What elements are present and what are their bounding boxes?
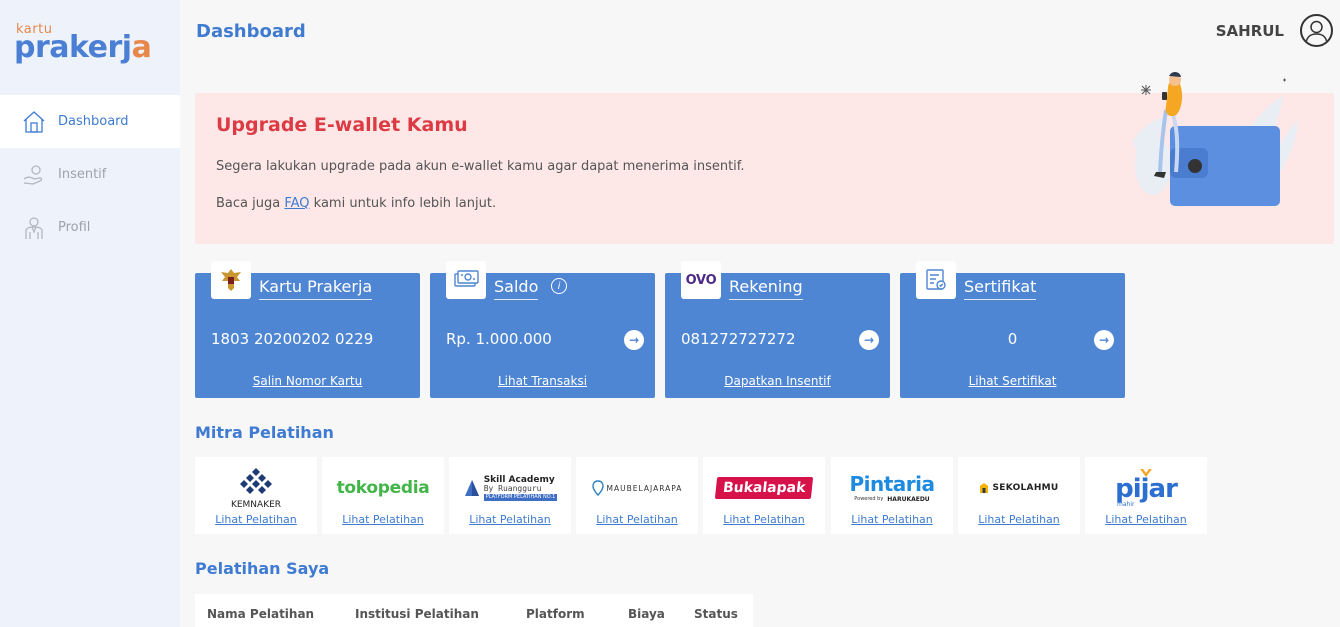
table-header-platform: Platform bbox=[526, 607, 585, 621]
kartu-prakerja-logo[interactable]: kartu prakerja bbox=[0, 0, 180, 95]
tokopedia-logo: tokopedia bbox=[322, 463, 444, 513]
sekolahmu-logo: SEKOLAHMU bbox=[958, 463, 1080, 513]
partner-link[interactable]: Lihat Pelatihan bbox=[576, 513, 698, 526]
get-incentive-link[interactable]: Dapatkan Insentif bbox=[665, 374, 890, 388]
alert-faq-pre: Baca juga bbox=[216, 196, 285, 211]
card-sertifikat: Sertifikat 0 → Lihat Sertifikat bbox=[900, 261, 1125, 398]
user-icon bbox=[25, 216, 43, 239]
partner-link[interactable]: Lihat Pelatihan bbox=[449, 513, 571, 526]
partner-link[interactable]: Lihat Pelatihan bbox=[958, 513, 1080, 526]
money-icon bbox=[446, 261, 486, 299]
sidebar-item-insentif[interactable]: Insentif bbox=[0, 148, 180, 201]
maubelajarapa-logo-text: MAUBELAJARAPA bbox=[606, 483, 683, 493]
partner-card-maubelajarapa: MAUBELAJARAPA Lihat Pelatihan bbox=[576, 457, 698, 534]
logo-big-text: prakerja bbox=[14, 30, 152, 65]
card-saldo: Saldo i Rp. 1.000.000 → Lihat Transaksi bbox=[430, 261, 655, 398]
card-title: Rekening bbox=[729, 277, 803, 300]
garuda-emblem-icon bbox=[211, 261, 251, 299]
saldo-value: Rp. 1.000.000 bbox=[446, 330, 552, 348]
partner-card-skill-academy: Skill Academy By Ruangguru PLATFORM PELA… bbox=[449, 457, 571, 534]
maubelajarapa-logo: MAUBELAJARAPA bbox=[576, 463, 698, 513]
partner-link[interactable]: Lihat Pelatihan bbox=[195, 513, 317, 526]
partner-link[interactable]: Lihat Pelatihan bbox=[703, 513, 825, 526]
partner-card-sekolahmu: SEKOLAHMU Lihat Pelatihan bbox=[958, 457, 1080, 534]
bukalapak-logo-text: Bukalapak bbox=[714, 477, 814, 499]
sidebar-item-label: Dashboard bbox=[58, 114, 129, 129]
ovo-logo: OVO bbox=[681, 261, 721, 299]
sidebar-item-label: Insentif bbox=[58, 167, 107, 182]
partner-link[interactable]: Lihat Pelatihan bbox=[831, 513, 953, 526]
card-kartu-prakerja: Kartu Prakerja 1803 20200202 0229 Salin … bbox=[195, 261, 420, 398]
skill-academy-logo: Skill Academy By Ruangguru PLATFORM PELA… bbox=[449, 463, 571, 513]
info-icon[interactable]: i bbox=[551, 278, 567, 294]
kemnaker-logo: KEMNAKER bbox=[195, 463, 317, 513]
pijar-mahir-sub: mahir bbox=[1117, 501, 1135, 509]
kemnaker-logo-text: KEMNAKER bbox=[230, 500, 282, 510]
trainings-table: Nama Pelatihan Institusi Pelatihan Platf… bbox=[195, 594, 753, 627]
alert-faq-line: Baca juga FAQ kami untuk info lebih lanj… bbox=[216, 196, 496, 211]
section-title-partners: Mitra Pelatihan bbox=[195, 423, 334, 442]
card-title: Saldo bbox=[494, 277, 539, 300]
copy-card-number-link[interactable]: Salin Nomor Kartu bbox=[195, 374, 420, 388]
sidebar-item-label: Profil bbox=[58, 220, 91, 235]
view-transactions-link[interactable]: Lihat Transaksi bbox=[430, 374, 655, 388]
pijar-mahir-logo: pijar mahir bbox=[1085, 463, 1207, 513]
user-avatar-icon bbox=[1305, 20, 1328, 44]
sidebar-item-dashboard[interactable]: Dashboard bbox=[0, 95, 180, 148]
alert-title: Upgrade E-wallet Kamu bbox=[216, 114, 468, 136]
alert-faq-post: kami untuk info lebih lanjut. bbox=[309, 196, 497, 211]
card-rekening: OVO Rekening 081272727272 → Dapatkan Ins… bbox=[665, 261, 890, 398]
bukalapak-logo: Bukalapak bbox=[703, 463, 825, 513]
avatar[interactable] bbox=[1300, 14, 1333, 47]
view-certificates-link[interactable]: Lihat Sertifikat bbox=[900, 374, 1125, 388]
table-header-biaya: Biaya bbox=[628, 607, 665, 621]
sidebar-item-profil[interactable]: Profil bbox=[0, 201, 180, 254]
faq-link[interactable]: FAQ bbox=[284, 196, 309, 211]
partner-card-bukalapak: Bukalapak Lihat Pelatihan bbox=[703, 457, 825, 534]
table-header-status: Status bbox=[694, 607, 738, 621]
hand-coin-icon bbox=[23, 164, 43, 185]
arrow-right-icon[interactable]: → bbox=[1094, 330, 1114, 350]
pijar-logo-text: pijar bbox=[1115, 473, 1178, 504]
section-title-my-trainings: Pelatihan Saya bbox=[195, 559, 330, 578]
account-number: 081272727272 bbox=[681, 330, 796, 348]
partner-card-pijar: pijar mahir Lihat Pelatihan bbox=[1085, 457, 1207, 534]
pintaria-logo: Pintaria Powered by HARUKAEDU bbox=[831, 463, 953, 513]
certificate-count: 0 bbox=[1007, 330, 1018, 348]
skill-academy-sub: By Ruangguru bbox=[483, 483, 542, 493]
card-title: Sertifikat bbox=[964, 277, 1037, 300]
page-title: Dashboard bbox=[196, 21, 306, 42]
partner-card-kemnaker: KEMNAKER Lihat Pelatihan bbox=[195, 457, 317, 534]
partner-link[interactable]: Lihat Pelatihan bbox=[322, 513, 444, 526]
arrow-right-icon[interactable]: → bbox=[859, 330, 879, 350]
home-icon bbox=[23, 110, 45, 133]
pintaria-powered-by: Powered by bbox=[854, 496, 884, 502]
pintaria-logo-text: Pintaria bbox=[849, 471, 935, 496]
arrow-right-icon[interactable]: → bbox=[624, 330, 644, 350]
sidebar: kartu prakerja Dashboard Insentif Profil bbox=[0, 0, 180, 627]
partner-card-pintaria: Pintaria Powered by HARUKAEDU Lihat Pela… bbox=[831, 457, 953, 534]
partner-link[interactable]: Lihat Pelatihan bbox=[1085, 513, 1207, 526]
skill-academy-tag: PLATFORM PELATIHAN NO.1 bbox=[483, 493, 558, 501]
card-title-text: Saldo bbox=[494, 277, 539, 296]
partner-card-tokopedia: tokopedia Lihat Pelatihan bbox=[322, 457, 444, 534]
certificate-icon bbox=[916, 261, 956, 299]
card-number: 1803 20200202 0229 bbox=[211, 330, 374, 348]
alert-message: Segera lakukan upgrade pada akun e-walle… bbox=[216, 159, 745, 174]
table-header-institusi: Institusi Pelatihan bbox=[355, 607, 479, 621]
card-title: Kartu Prakerja bbox=[259, 277, 373, 300]
tokopedia-logo-text: tokopedia bbox=[336, 478, 430, 498]
pintaria-haruka: HARUKAEDU bbox=[887, 495, 930, 503]
wallet-illustration bbox=[1133, 71, 1298, 206]
sekolahmu-logo-text: SEKOLAHMU bbox=[992, 483, 1059, 493]
user-name[interactable]: SAHRUL bbox=[1216, 22, 1284, 40]
table-header-nama: Nama Pelatihan bbox=[207, 607, 315, 621]
